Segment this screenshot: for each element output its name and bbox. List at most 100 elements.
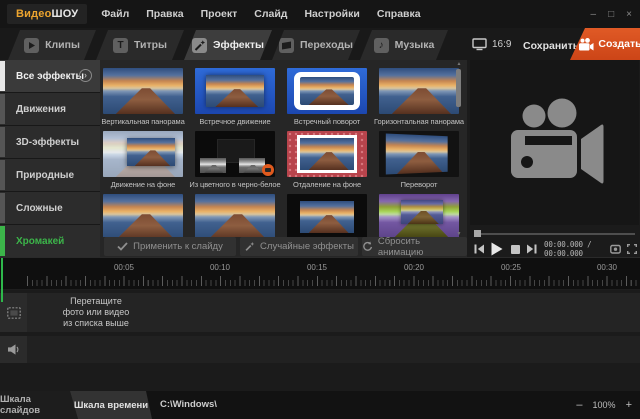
menu-slide[interactable]: Слайд xyxy=(254,8,287,20)
menu-edit[interactable]: Правка xyxy=(146,8,183,20)
transition-icon xyxy=(279,38,294,53)
reset-animation-button[interactable]: Сбросить анимацию xyxy=(362,237,467,256)
minimize-button[interactable]: – xyxy=(591,9,597,20)
preview-screen xyxy=(470,60,639,225)
timeline-ruler[interactable]: 00:05 00:10 00:15 00:20 00:25 00:30 xyxy=(0,257,640,289)
statusbar: Шкала слайдов Шкала времени C:\Windows\ … xyxy=(0,391,640,419)
menu-file[interactable]: Файл xyxy=(101,8,129,20)
aspect-ratio-control[interactable]: 16:9 xyxy=(472,38,511,51)
effect-thumbnail[interactable] xyxy=(103,194,183,237)
play-icon xyxy=(24,38,39,53)
effect-label: Из цветного в черно-белое xyxy=(189,180,281,189)
save-button[interactable]: Сохранить xyxy=(523,40,579,52)
slides-scale-tab[interactable]: Шкала слайдов xyxy=(0,391,78,419)
sidebar-item-label: Хромакей xyxy=(16,236,64,247)
seek-bar[interactable] xyxy=(474,230,635,238)
effect-item: Встречное движение xyxy=(195,68,275,131)
project-path: C:\Windows\ xyxy=(160,399,217,410)
effect-item xyxy=(195,194,275,237)
effects-grid: Вертикальная панорама Встречное движение… xyxy=(100,60,467,237)
effect-thumbnail-horizontal-pan[interactable] xyxy=(379,68,459,114)
menubar: ВидеоШОУ Файл Правка Проект Слайд Настро… xyxy=(0,0,640,28)
category-indicator xyxy=(0,160,5,190)
effect-thumbnail[interactable] xyxy=(287,194,367,237)
ruler-tick-label: 00:30 xyxy=(594,263,620,272)
camera-badge-icon xyxy=(262,164,274,176)
random-effects-button[interactable]: Случайные эффекты xyxy=(240,237,358,256)
effects-scrollbar[interactable]: ▲ ▼ xyxy=(455,61,463,237)
playhead[interactable] xyxy=(1,258,3,302)
effect-thumbnail-vertical-pan[interactable] xyxy=(103,68,183,114)
filmstrip-icon xyxy=(7,307,21,319)
sidebar-item-label: Все эффекты xyxy=(16,71,84,82)
sidebar-item-nature[interactable]: Природные xyxy=(0,159,100,191)
active-indicator xyxy=(0,61,5,91)
ruler-tick-label: 00:15 xyxy=(304,263,330,272)
tab-effects[interactable]: Эффекты xyxy=(184,30,272,60)
menu-settings[interactable]: Настройки xyxy=(304,8,359,20)
tab-titles[interactable]: T Титры xyxy=(96,30,184,60)
effect-item xyxy=(287,194,367,237)
menu-help[interactable]: Справка xyxy=(377,8,421,20)
sidebar-item-motions[interactable]: Движения xyxy=(0,93,100,125)
effect-item: Горизонтальная панорама xyxy=(379,68,459,131)
playback-controls: 00:00.000 / 00:00.000 xyxy=(474,241,637,257)
category-indicator xyxy=(0,127,5,157)
scrollbar-thumb[interactable] xyxy=(456,69,461,107)
seek-handle[interactable] xyxy=(474,230,481,237)
sidebar-item-complex[interactable]: Сложные xyxy=(0,192,100,224)
ruler-major-ticks xyxy=(27,276,638,286)
timeline-zoom-controls: – 100% + xyxy=(576,391,632,419)
effect-thumbnail-motion-on-bg[interactable] xyxy=(103,131,183,177)
magic-wand-icon xyxy=(192,38,207,53)
chevron-right-icon: › xyxy=(79,69,92,82)
effect-thumbnail[interactable] xyxy=(379,194,459,237)
effect-thumbnail-color-to-bw[interactable] xyxy=(195,131,275,177)
play-button[interactable] xyxy=(490,242,503,256)
sidebar-item-all-effects[interactable]: Все эффекты › xyxy=(0,60,100,92)
reset-icon xyxy=(362,241,373,252)
zoom-out-button[interactable]: – xyxy=(576,399,582,411)
scroll-up-icon[interactable]: ▲ xyxy=(455,61,463,67)
apply-to-slide-button[interactable]: Применить к слайду xyxy=(104,237,236,256)
effect-thumbnail-zoom-out-on-bg[interactable] xyxy=(287,131,367,177)
tab-clips[interactable]: Клипы xyxy=(8,30,96,60)
effect-item: Из цветного в черно-белое xyxy=(195,131,275,194)
player-panel: 00:00.000 / 00:00.000 xyxy=(467,60,640,257)
effect-thumbnail-flip[interactable] xyxy=(379,131,459,177)
close-button[interactable]: × xyxy=(626,9,632,20)
ruler-tick-label: 00:20 xyxy=(401,263,427,272)
effect-label: Движение на фоне xyxy=(100,180,189,189)
category-indicator xyxy=(0,193,5,223)
sidebar-item-3d-effects[interactable]: 3D-эффекты xyxy=(0,126,100,158)
video-camera-icon xyxy=(578,38,594,51)
sidebar-item-label: 3D-эффекты xyxy=(16,137,79,148)
audio-track-drop-area[interactable] xyxy=(0,336,640,363)
photo-track-drop-area[interactable]: Перетащите фото или видео из списка выше xyxy=(0,293,640,332)
app-logo: ВидеоШОУ xyxy=(7,4,87,24)
effects-action-bar: Применить к слайду Случайные эффекты Сбр… xyxy=(100,237,467,257)
stop-button[interactable] xyxy=(511,245,520,254)
next-frame-button[interactable] xyxy=(527,244,537,254)
time-scale-tab[interactable]: Шкала времени xyxy=(70,391,152,419)
music-note-icon: ♪ xyxy=(374,38,389,53)
timeline-tracks: Перетащите фото или видео из списка выше xyxy=(0,290,640,391)
effect-thumbnail[interactable] xyxy=(195,194,275,237)
tab-transitions[interactable]: Переходы xyxy=(272,30,360,60)
zoom-in-button[interactable]: + xyxy=(626,399,632,411)
create-label: Создать xyxy=(598,38,640,50)
snapshot-icon[interactable] xyxy=(610,244,621,254)
menu-project[interactable]: Проект xyxy=(201,8,238,20)
effect-item: Движение на фоне xyxy=(103,131,183,194)
tab-label: Переходы xyxy=(300,39,353,51)
previous-frame-button[interactable] xyxy=(474,244,484,254)
fullscreen-icon[interactable] xyxy=(627,244,637,254)
maximize-button[interactable]: □ xyxy=(608,9,614,20)
tab-music[interactable]: ♪ Музыка xyxy=(360,30,448,60)
zoom-level: 100% xyxy=(593,400,616,410)
effect-thumbnail-counter-turn[interactable] xyxy=(287,68,367,114)
menu-bar: Файл Правка Проект Слайд Настройки Справ… xyxy=(101,8,420,20)
logo-text-white: ШОУ xyxy=(52,8,79,20)
sidebar-item-chromakey[interactable]: Хромакей xyxy=(0,225,100,257)
effect-thumbnail-counter-motion[interactable] xyxy=(195,68,275,114)
